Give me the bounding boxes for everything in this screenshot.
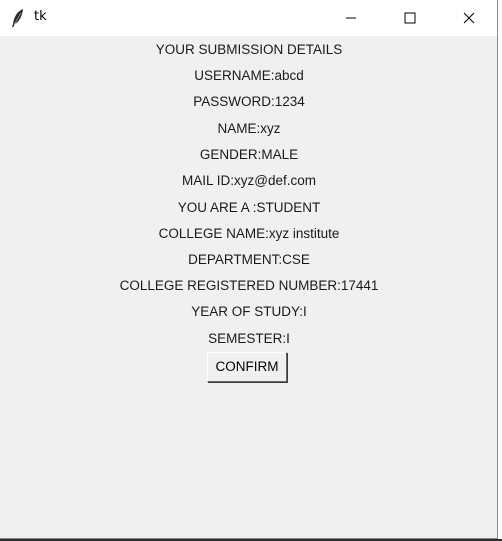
minimize-icon (346, 17, 356, 19)
year-of-study-label: YEAR OF STUDY:I (191, 304, 307, 319)
tk-window: tk YOUR SUBMISSION DETAILS USERNAME:abcd… (0, 0, 498, 539)
semester-label: SEMESTER:I (208, 331, 290, 346)
details-heading: YOUR SUBMISSION DETAILS (155, 42, 343, 57)
minimize-button[interactable] (322, 0, 380, 36)
window-title: tk (34, 9, 47, 24)
close-icon (463, 12, 475, 24)
password-label: PASSWORD:1234 (193, 94, 305, 109)
close-button[interactable] (440, 0, 497, 36)
confirm-button[interactable]: CONFIRM (207, 352, 287, 382)
maximize-icon (404, 12, 416, 24)
gender-label: GENDER:MALE (199, 147, 299, 162)
mail-id-label: MAIL ID:xyz@def.com (182, 173, 316, 188)
college-name-label: COLLEGE NAME:xyz institute (158, 226, 340, 241)
department-label: DEPARTMENT:CSE (188, 252, 310, 267)
registered-number-label: COLLEGE REGISTERED NUMBER:17441 (119, 278, 379, 293)
role-label: YOU ARE A :STUDENT (177, 200, 321, 215)
background-strip (498, 0, 502, 541)
title-bar[interactable]: tk (0, 0, 497, 36)
name-label: NAME:xyz (217, 121, 281, 136)
maximize-button[interactable] (381, 0, 439, 36)
feather-icon (12, 9, 23, 27)
username-label: USERNAME:abcd (194, 68, 304, 83)
